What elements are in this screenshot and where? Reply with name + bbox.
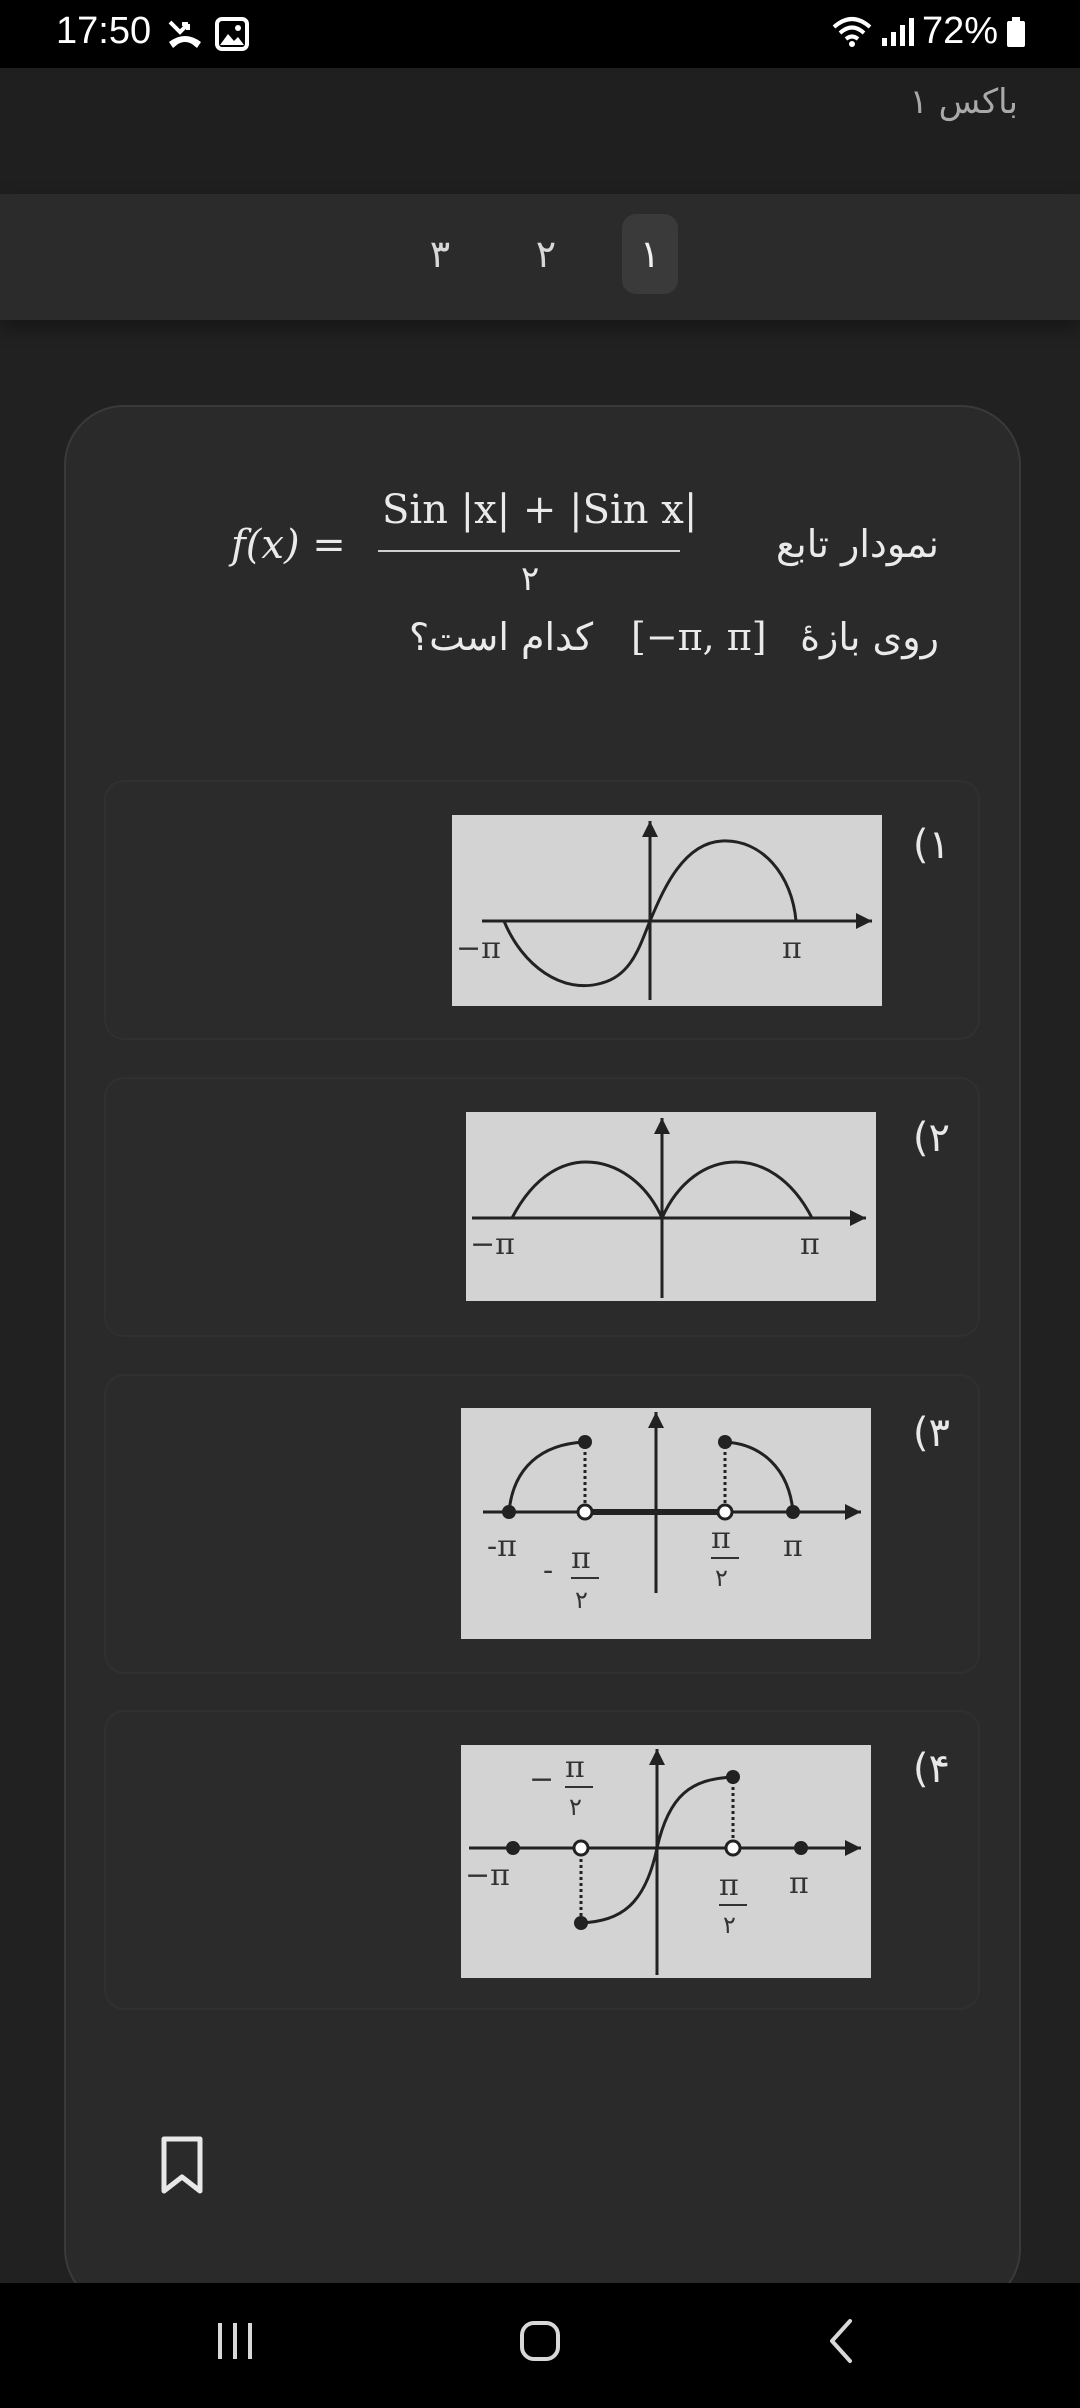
page-title: باکس ۱: [909, 82, 1018, 122]
question-tabs: ۱ ۲ ۳: [0, 194, 1080, 320]
status-bar: 17:50 72%: [0, 0, 1080, 68]
label-neg-pi: −π: [456, 931, 501, 966]
bookmark-icon[interactable]: [154, 2135, 210, 2195]
header: باکس ۱: [0, 68, 1080, 194]
system-navigation-bar: [0, 2283, 1080, 2408]
label-neg-half-pi: π: [571, 1541, 591, 1576]
label-neg-half-den: ۲: [575, 1586, 588, 1614]
label-neg-sign: −: [529, 1762, 554, 1797]
formula-numerator: Sin |x| + |Sin x|: [382, 487, 698, 533]
label-neg-half-pi: π: [565, 1750, 585, 1785]
option-1[interactable]: ۱) −π π: [104, 780, 980, 1040]
tab-2-label: ۲: [535, 232, 557, 276]
option-graph: −π π: [466, 1112, 876, 1301]
option-number: ۲): [912, 1115, 950, 1161]
tab-3[interactable]: ۳: [412, 214, 468, 294]
fraction-bar: [378, 550, 680, 552]
formula-denominator: ۲: [521, 559, 540, 599]
label-half-pi: π: [719, 1868, 739, 1903]
label-neg-pi: -π: [487, 1529, 517, 1564]
signal-icon: [881, 17, 914, 46]
question-line2-post: کدام است؟: [409, 615, 594, 659]
label-neg-pi: −π: [465, 1858, 510, 1893]
wifi-icon: [832, 16, 872, 47]
recent-apps-button[interactable]: [214, 2321, 256, 2361]
option-graph: −π π: [452, 815, 882, 1006]
option-number: ۱): [912, 822, 950, 868]
question-card: نمودار تابع f(x) = Sin |x| + |Sin x| ۲ ر…: [64, 405, 1021, 2309]
label-half-pi: π: [711, 1521, 731, 1556]
home-button[interactable]: [518, 2319, 562, 2363]
option-number: ۳): [912, 1410, 950, 1456]
label-pi: π: [782, 931, 802, 966]
battery-icon: [1007, 16, 1025, 47]
option-3[interactable]: ۳) -π π - π ۲ π ۲: [104, 1374, 980, 1674]
missed-call-icon: [168, 20, 201, 48]
question-line1: نمودار تابع: [775, 522, 939, 566]
tab-1-label: ۱: [639, 232, 661, 276]
option-number: ۴): [912, 1746, 950, 1792]
formula-lhs: f(x) =: [231, 522, 346, 568]
option-graph: −π π − π ۲ π ۲: [461, 1745, 871, 1978]
option-4[interactable]: ۴) −π π − π ۲ π ۲: [104, 1710, 980, 2010]
tab-3-label: ۳: [429, 232, 451, 276]
label-half-den: ۲: [723, 1911, 736, 1939]
label-half-den: ۲: [715, 1564, 728, 1592]
label-pi: π: [800, 1227, 820, 1262]
question-line2-pre: روی بازهٔ: [800, 615, 939, 659]
back-button[interactable]: [826, 2317, 856, 2365]
tab-1[interactable]: ۱: [622, 214, 678, 294]
label-neg-pi: −π: [470, 1227, 515, 1262]
label-pi: π: [789, 1866, 809, 1901]
label-neg-half-den: ۲: [569, 1793, 582, 1821]
gallery-icon: [215, 17, 249, 51]
battery-percent: 72%: [921, 10, 998, 52]
status-time: 17:50: [56, 10, 152, 52]
tab-2[interactable]: ۲: [518, 214, 574, 294]
label-neg-sign: -: [543, 1553, 553, 1588]
option-graph: -π π - π ۲ π ۲: [461, 1408, 871, 1639]
option-2[interactable]: ۲) −π π: [104, 1077, 980, 1337]
label-pi: π: [783, 1529, 803, 1564]
interval: [−π, π]: [631, 615, 767, 659]
